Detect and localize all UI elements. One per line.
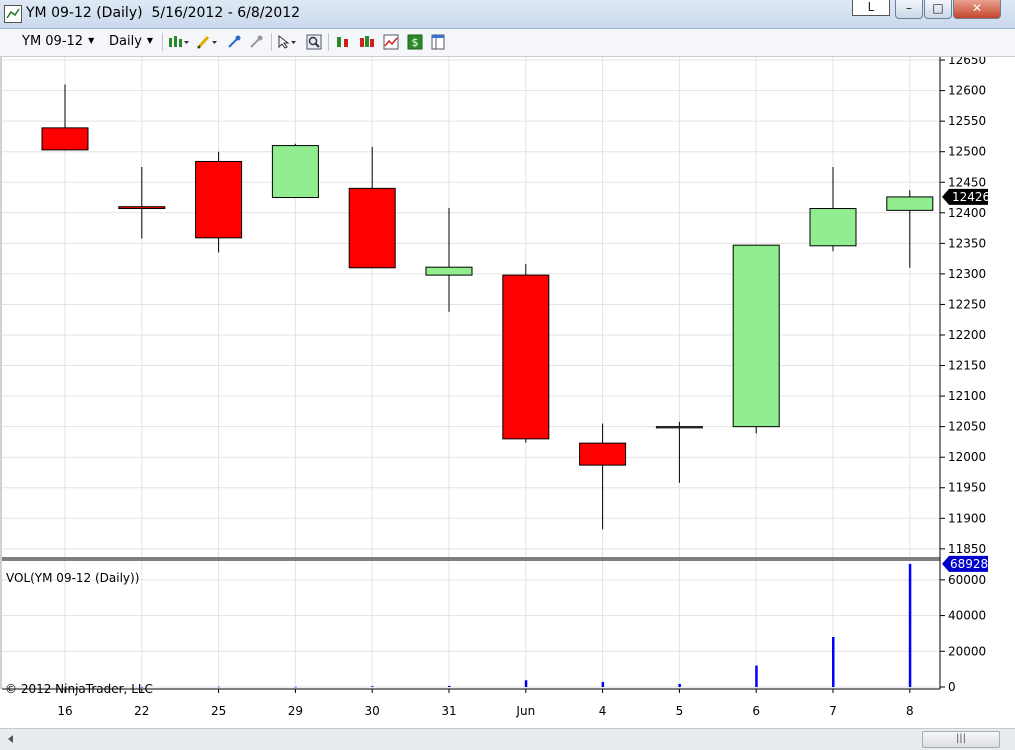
- volume-tick-label: 40000: [948, 609, 986, 623]
- time-tick-label: 5: [676, 704, 684, 718]
- time-tick-label: 22: [134, 704, 149, 718]
- time-tick-label: 8: [906, 704, 914, 718]
- candle-body: [195, 160, 243, 239]
- chart-area[interactable]: 11850 11900 11950 12000 12050 12100 12150 12200…: [0, 57, 1015, 750]
- candle-body: [809, 208, 857, 247]
- volume-bar: [678, 683, 681, 687]
- link-button[interactable]: L: [852, 0, 890, 16]
- price-tick-label: 12500: [948, 145, 986, 159]
- candle-body: [655, 426, 703, 429]
- chart-window-icon: [4, 5, 22, 23]
- draw-pencil-icon[interactable]: [196, 34, 218, 50]
- chart-canvas[interactable]: 11850 11900 11950 12000 12050 12100 12150 12200…: [0, 57, 1015, 749]
- price-tick-label: 12150: [948, 359, 986, 373]
- candle-body: [579, 442, 627, 466]
- last-volume-label: 68928: [950, 557, 988, 571]
- properties-icon[interactable]: [430, 34, 446, 50]
- volume-tick-label: 20000: [948, 644, 986, 658]
- toolbar-divider: [328, 33, 329, 51]
- svg-text:$: $: [412, 36, 419, 49]
- bars-icon[interactable]: [335, 34, 351, 50]
- instrument-label: YM 09-12: [22, 34, 84, 49]
- time-tick-label: 6: [752, 704, 760, 718]
- indicators-icon[interactable]: [383, 34, 399, 50]
- interval-dropdown[interactable]: Daily ▼: [109, 34, 153, 49]
- volume-bar: [448, 685, 451, 687]
- chart-toolbar: YM 09-12 ▼ Daily ▼ $: [0, 29, 1015, 57]
- volume-tick-label: 0: [948, 680, 956, 694]
- price-tick-label: 12450: [948, 175, 986, 189]
- select-pointer-icon[interactable]: [277, 34, 299, 50]
- price-tick-label: 12550: [948, 114, 986, 128]
- time-tick-label: 30: [365, 704, 380, 718]
- price-tick-label: 11850: [948, 542, 986, 556]
- price-tick-label: 12350: [948, 236, 986, 250]
- toolbar-divider: [271, 33, 272, 51]
- strategies-icon[interactable]: $: [407, 34, 423, 50]
- copyright-label: © 2012 NinjaTrader, LLC: [5, 682, 153, 696]
- window-titlebar: YM 09-12 (Daily) 5/16/2012 - 6/8/2012 L …: [0, 0, 1015, 29]
- candle-body: [271, 145, 319, 199]
- volume-tick-label: 60000: [948, 573, 986, 587]
- candle-body: [425, 266, 473, 276]
- volume-bar: [755, 665, 758, 687]
- time-tick-label: 16: [57, 704, 72, 718]
- price-tick-label: 12400: [948, 206, 986, 220]
- volume-bar: [524, 680, 528, 687]
- price-tick-label: 11950: [948, 481, 986, 495]
- price-tick-label: 12650: [948, 57, 986, 67]
- volume-bar: [908, 563, 912, 687]
- price-tick-label: 12000: [948, 450, 986, 464]
- window-title: YM 09-12 (Daily) 5/16/2012 - 6/8/2012: [26, 5, 301, 21]
- close-button[interactable]: ✕: [953, 0, 1001, 19]
- time-tick-label: 7: [829, 704, 837, 718]
- candle-body: [348, 187, 396, 269]
- candle-body: [118, 206, 166, 210]
- candle-body: [502, 274, 550, 440]
- global-crosshair-icon[interactable]: [248, 34, 264, 50]
- time-tick-label: 31: [441, 704, 456, 718]
- price-tick-label: 12200: [948, 328, 986, 342]
- horizontal-scrollbar[interactable]: |||: [0, 728, 1015, 750]
- time-tick-label: 4: [599, 704, 607, 718]
- time-tick-label: 29: [288, 704, 303, 718]
- candle-body: [41, 127, 89, 151]
- price-tick-label: 12300: [948, 267, 986, 281]
- volume-bar: [294, 686, 297, 688]
- volume-bar: [217, 686, 221, 688]
- last-price-label: 12426: [952, 190, 990, 204]
- time-tick-label: 25: [211, 704, 226, 718]
- price-tick-label: 12050: [948, 420, 986, 434]
- interval-label: Daily: [109, 34, 142, 49]
- price-tick-label: 12250: [948, 297, 986, 311]
- price-tick-label: 11900: [948, 511, 986, 525]
- price-tick-label: 12100: [948, 389, 986, 403]
- crosshair-icon[interactable]: [226, 34, 242, 50]
- scrollbar-thumb[interactable]: |||: [922, 731, 1000, 748]
- scroll-left-arrow-icon[interactable]: [4, 732, 18, 746]
- toolbar-divider: [162, 33, 163, 51]
- data-series-icon[interactable]: [359, 34, 375, 50]
- chevron-down-icon: ▼: [146, 36, 154, 45]
- candle-body: [886, 196, 934, 211]
- time-tick-label: Jun: [515, 704, 535, 718]
- minimize-button[interactable]: –: [895, 0, 923, 19]
- maximize-button[interactable]: □: [924, 0, 952, 19]
- candle-body: [732, 244, 780, 428]
- chart-style-icon[interactable]: [168, 34, 190, 50]
- price-panel-bg: [2, 57, 940, 558]
- volume-bar: [601, 682, 605, 687]
- price-tick-label: 12600: [948, 84, 986, 98]
- chevron-down-icon: ▼: [88, 36, 95, 45]
- zoom-icon[interactable]: [306, 34, 322, 50]
- instrument-dropdown[interactable]: YM 09-12 ▼: [22, 34, 94, 49]
- volume-panel-label: VOL(YM 09-12 (Daily)): [6, 571, 139, 585]
- volume-bar: [371, 686, 374, 687]
- volume-panel-bg: [2, 560, 940, 688]
- volume-bar: [832, 637, 835, 687]
